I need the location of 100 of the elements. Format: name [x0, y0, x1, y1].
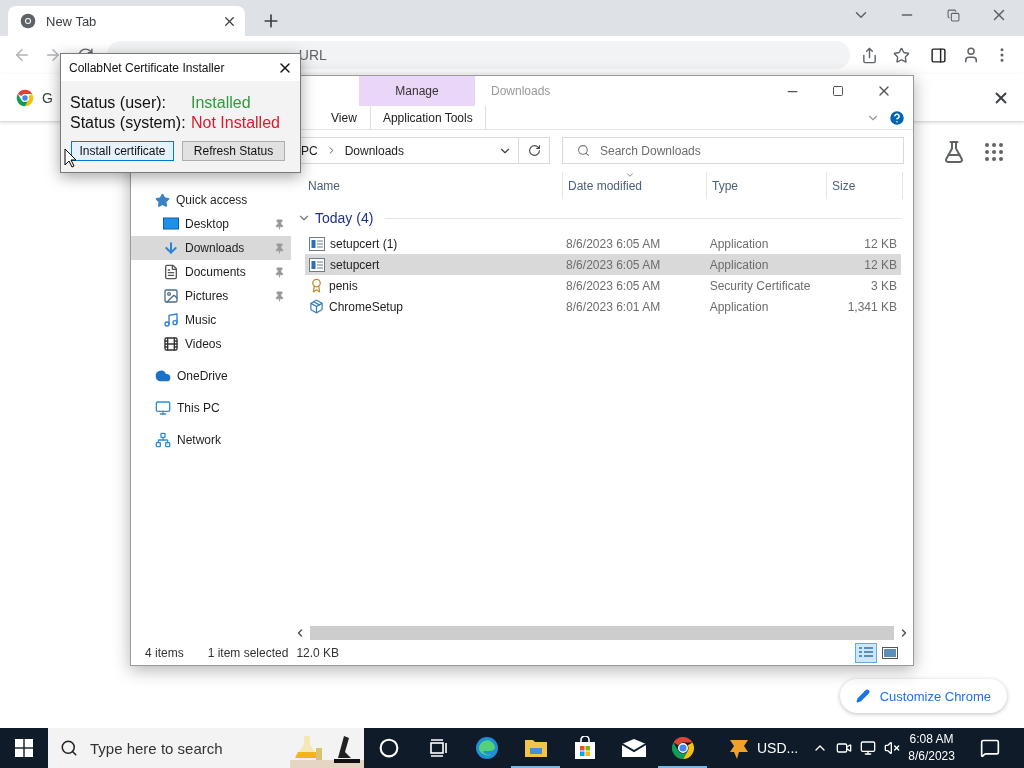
browser-tab[interactable]: New Tab [8, 6, 245, 36]
clock[interactable]: 6:08 AM 8/6/2023 [908, 731, 955, 765]
nav-item[interactable]: Pictures [131, 284, 291, 308]
music-note-icon [163, 312, 179, 328]
type-cell: Application [709, 236, 769, 251]
type-cell: Application [709, 299, 769, 314]
file-name: penis [329, 278, 358, 293]
browser-logo-icon [20, 13, 36, 29]
ribbon-tab[interactable]: Application Tools [369, 106, 486, 129]
document-icon [163, 264, 179, 280]
file-name: setupcert (1) [330, 236, 398, 251]
refresh-button[interactable] [519, 137, 550, 164]
file-row[interactable]: setupcert 8/6/2023 6:05 AM Application 12 KB [305, 254, 901, 275]
mouse-pointer-icon [64, 148, 77, 168]
file-row[interactable]: setupcert (1) 8/6/2023 6:05 AM Application 12 KB [305, 233, 901, 254]
chrome-icon[interactable] [670, 736, 695, 760]
pencil-icon [855, 689, 870, 703]
nav-item[interactable]: Network [131, 428, 291, 452]
apps-grid-icon[interactable] [982, 140, 1006, 164]
window-title: Downloads [491, 84, 551, 98]
date-cell: 8/6/2023 6:05 AM [566, 257, 661, 272]
muted-speaker-icon[interactable] [884, 740, 901, 756]
search-icon [60, 739, 78, 757]
dialog-button[interactable]: Refresh Status [182, 141, 285, 161]
bookmark-star-icon[interactable] [892, 46, 910, 64]
details-view-button[interactable] [855, 642, 877, 663]
taskbar-search-field[interactable]: Type here to search [48, 728, 364, 768]
date-cell: 8/6/2023 6:05 AM [566, 236, 661, 251]
application-icon [309, 236, 325, 251]
selection-size: 12.0 KB [296, 645, 340, 660]
column-header[interactable]: Name [303, 172, 563, 199]
selection-info: 1 item selected [207, 645, 289, 660]
flask-icon[interactable] [942, 140, 966, 164]
column-header[interactable]: Date modified [563, 172, 707, 199]
breadcrumb-item[interactable]: Downloads [344, 143, 405, 158]
group-header[interactable]: Today (4) [315, 210, 374, 226]
nav-item[interactable]: Music [131, 308, 291, 332]
file-row[interactable]: penis 8/6/2023 6:05 AM Security Certificate 3 KB [305, 275, 901, 296]
certificate-icon [309, 278, 324, 293]
size-cell: 12 KB [864, 257, 897, 272]
picture-icon [163, 288, 179, 304]
type-cell: Application [709, 257, 769, 272]
nav-item[interactable]: OneDrive [131, 364, 291, 388]
size-cell: 3 KB [871, 278, 897, 293]
status-value: Installed [191, 93, 251, 113]
nav-item[interactable]: Downloads [131, 236, 291, 260]
size-cell: 12 KB [864, 236, 897, 251]
status-label: Status (system): [70, 113, 187, 133]
refresh-icon [527, 144, 541, 157]
chrome-logo-icon [16, 88, 34, 107]
size-cell: 1,341 KB [847, 299, 897, 314]
cloud-icon [155, 368, 171, 384]
date-cell: 8/6/2023 6:01 AM [566, 299, 661, 314]
task-view-icon[interactable] [427, 739, 448, 757]
video-camera-icon[interactable] [836, 740, 853, 756]
restore-icon[interactable] [946, 8, 960, 22]
download-icon [163, 240, 179, 256]
column-header[interactable]: Type [707, 172, 827, 199]
nav-item[interactable]: Videos [131, 332, 291, 356]
date-cell: 8/6/2023 6:05 AM [566, 278, 661, 293]
dialog-button[interactable]: Install certificate [71, 141, 174, 161]
nav-item[interactable]: This PC [131, 396, 291, 420]
tray-app[interactable]: USD... [727, 736, 799, 760]
column-header[interactable]: Size [827, 172, 903, 199]
envelope-icon[interactable] [620, 738, 647, 758]
folder-icon[interactable] [523, 738, 548, 758]
breadcrumb-item[interactable]: PC [301, 143, 318, 158]
pin-icon [274, 290, 285, 302]
type-cell: Security Certificate [709, 278, 811, 293]
status-value: Not Installed [191, 113, 280, 133]
context-tab-header: Manage [359, 76, 475, 106]
scrollbar-thumb[interactable] [310, 626, 894, 640]
maximize-icon[interactable] [832, 85, 844, 97]
star-icon [155, 192, 170, 208]
share-icon[interactable] [861, 46, 879, 64]
thumbnail-icon [882, 646, 898, 659]
windows-logo-icon[interactable] [15, 739, 33, 757]
details-list-icon [858, 645, 874, 660]
pin-icon [274, 242, 285, 254]
search-icon [577, 144, 590, 157]
application-icon [309, 257, 325, 272]
shopping-bag-icon[interactable] [573, 736, 596, 760]
help-icon[interactable] [888, 108, 906, 127]
side-panel-icon[interactable] [930, 46, 948, 64]
file-row[interactable]: ChromeSetup 8/6/2023 6:01 AM Application 1,341 KB [305, 296, 901, 317]
monitor-icon [155, 400, 171, 416]
circle-icon[interactable] [378, 738, 399, 758]
film-icon [163, 336, 179, 352]
network-icon[interactable] [860, 740, 877, 756]
installer-icon [309, 299, 324, 314]
edge-icon[interactable] [474, 736, 499, 760]
search-field[interactable]: Search Downloads [562, 137, 904, 164]
notifications-icon[interactable] [979, 738, 1000, 758]
nav-item[interactable]: Desktop [131, 212, 291, 236]
status-label: Status (user): [70, 93, 168, 113]
pin-icon [274, 266, 285, 278]
nav-item[interactable]: Documents [131, 260, 291, 284]
nav-item[interactable]: Quick access [131, 188, 291, 212]
pin-icon [274, 218, 285, 230]
customize-chrome-button[interactable]: Customize Chrome [839, 679, 1007, 713]
